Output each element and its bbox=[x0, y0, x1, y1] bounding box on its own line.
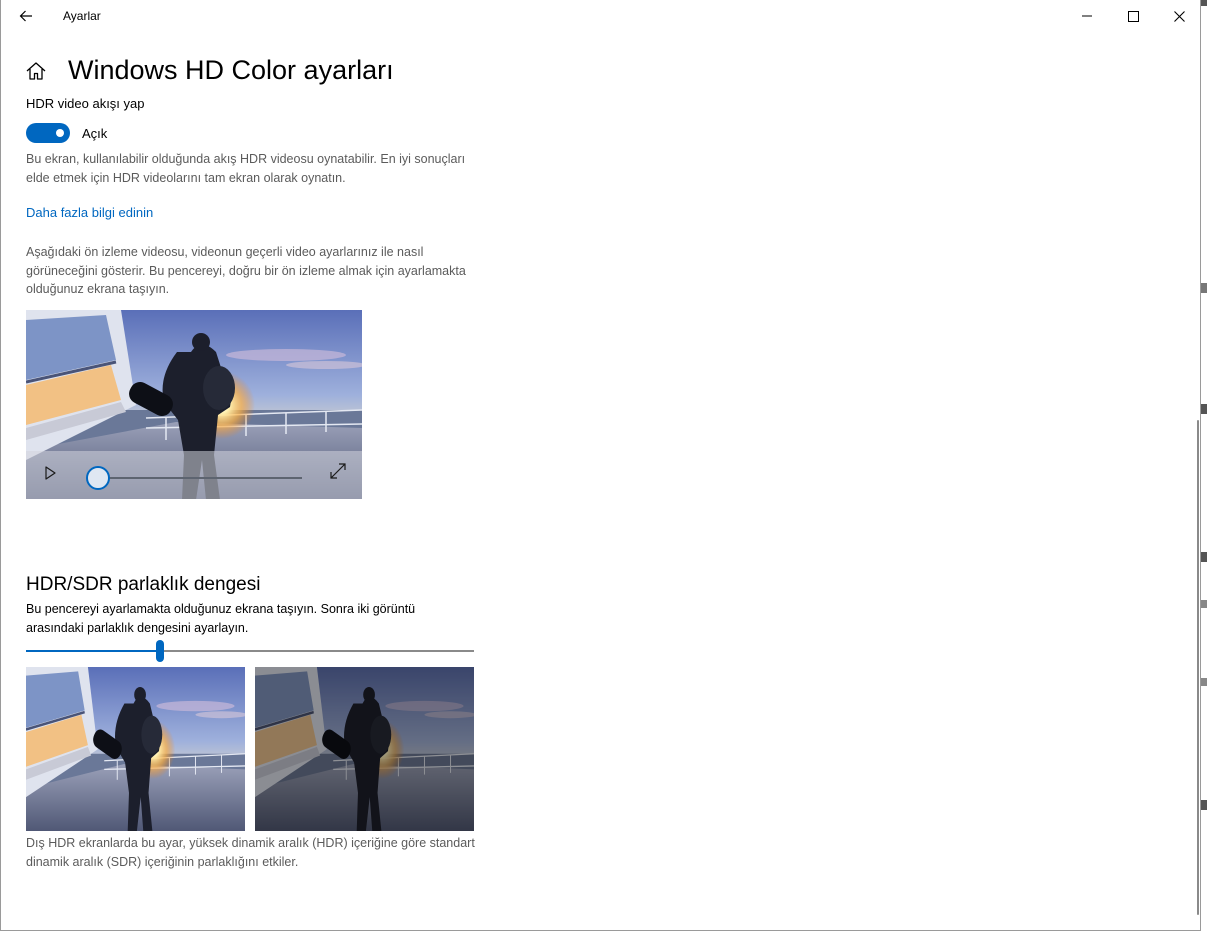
title-bar: Ayarlar bbox=[1, 0, 1201, 32]
play-icon bbox=[45, 466, 56, 480]
back-arrow-icon bbox=[19, 10, 32, 22]
maximize-icon bbox=[1127, 10, 1139, 22]
settings-window: Ayarlar Windows HD Color ayarları HDR vi… bbox=[0, 0, 1201, 931]
hdr-streaming-description: Bu ekran, kullanılabilir olduğunda akış … bbox=[26, 152, 466, 185]
close-button[interactable] bbox=[1156, 0, 1202, 32]
seek-thumb[interactable] bbox=[86, 466, 110, 490]
minimize-icon bbox=[1082, 15, 1092, 17]
fullscreen-button[interactable] bbox=[328, 461, 348, 481]
preview-description: Aşağıdaki ön izleme videosu, videonun ge… bbox=[26, 245, 466, 296]
video-controls bbox=[26, 451, 362, 499]
fullscreen-icon bbox=[330, 463, 346, 479]
minimize-button[interactable] bbox=[1064, 0, 1110, 32]
slider-track bbox=[160, 650, 474, 652]
brightness-footer: Dış HDR ekranlarda bu ayar, yüksek dinam… bbox=[26, 836, 475, 869]
learn-more-link[interactable]: Daha fazla bilgi edinin bbox=[26, 205, 153, 220]
brightness-instruction: Bu pencereyi ayarlamakta olduğunuz ekran… bbox=[26, 602, 416, 635]
scrollbar[interactable] bbox=[1197, 420, 1199, 915]
slider-fill bbox=[26, 650, 160, 652]
toggle-knob bbox=[56, 129, 64, 137]
brightness-balance-heading: HDR/SDR parlaklık dengesi bbox=[26, 574, 261, 595]
home-icon[interactable] bbox=[25, 60, 47, 82]
toggle-state-label: Açık bbox=[82, 126, 108, 141]
maximize-button[interactable] bbox=[1110, 0, 1156, 32]
brightness-balance-slider[interactable] bbox=[26, 640, 474, 662]
back-button[interactable] bbox=[11, 4, 41, 28]
preview-video[interactable] bbox=[26, 310, 362, 499]
sdr-preview-image bbox=[255, 667, 474, 831]
hdr-preview-image bbox=[26, 667, 245, 831]
background-window-edge bbox=[1201, 0, 1207, 935]
play-button[interactable] bbox=[40, 463, 60, 483]
hdr-streaming-heading: HDR video akışı yap bbox=[26, 96, 145, 111]
slider-thumb[interactable] bbox=[156, 640, 164, 662]
page-title: Windows HD Color ayarları bbox=[68, 55, 394, 85]
hdr-streaming-toggle[interactable] bbox=[26, 123, 70, 143]
close-icon bbox=[1173, 10, 1185, 22]
seek-bar[interactable] bbox=[97, 477, 302, 479]
window-title: Ayarlar bbox=[63, 9, 101, 23]
